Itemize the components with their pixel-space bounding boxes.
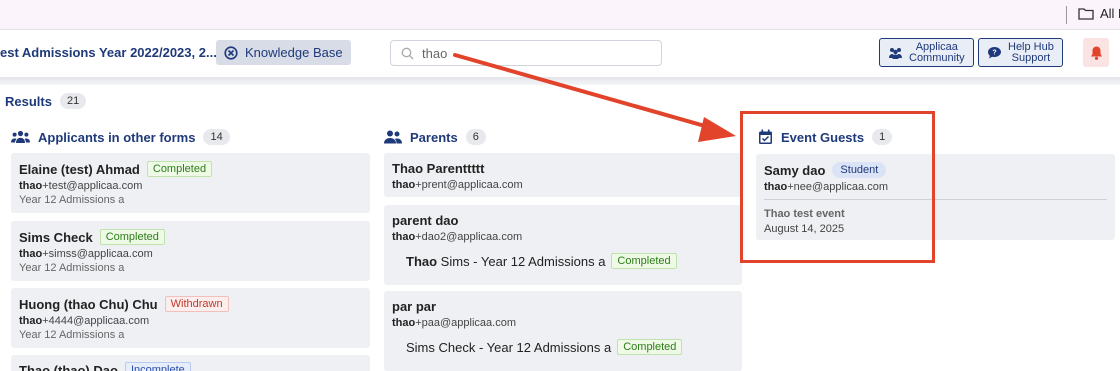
annotation-arrow xyxy=(453,53,736,142)
